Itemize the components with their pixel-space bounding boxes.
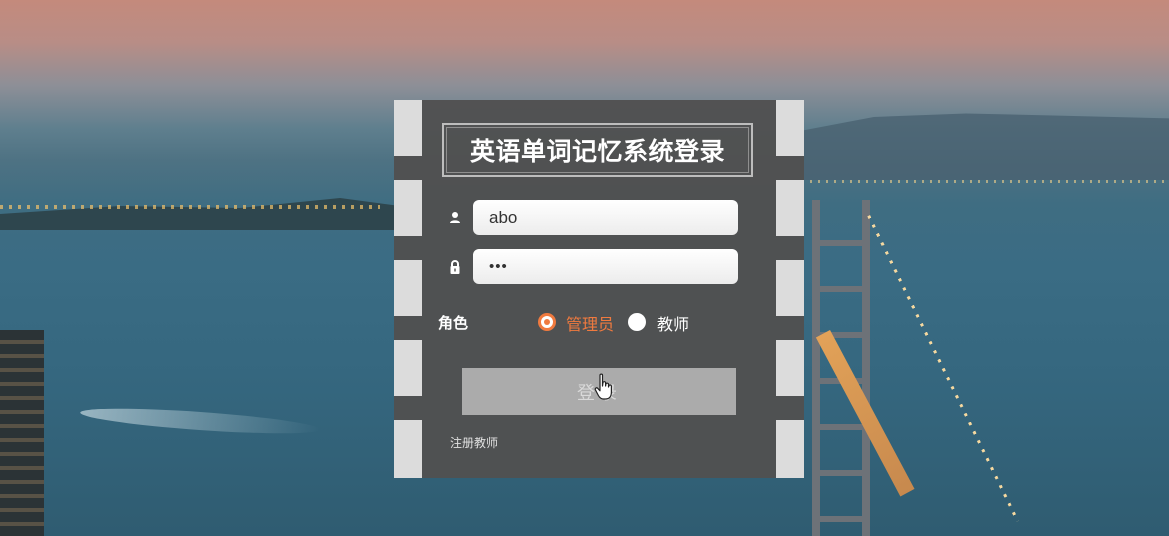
radio-teacher[interactable] (628, 313, 646, 331)
background-boat-wake (79, 403, 321, 439)
radio-admin-label[interactable]: 管理员 (566, 311, 614, 335)
panel-notch (394, 100, 422, 156)
background-city-lights (810, 180, 1169, 183)
password-input[interactable]: ••• (473, 249, 738, 284)
panel-notch (394, 260, 422, 316)
panel-notch (776, 260, 804, 316)
panel-notch (394, 340, 422, 396)
login-panel: 英语单词记忆系统登录 abo ••• 角色 管理员 教师 登录 注册教师 (394, 100, 804, 478)
panel-notch (776, 340, 804, 396)
panel-notch (776, 180, 804, 236)
lock-icon (447, 259, 463, 275)
username-input[interactable]: abo (473, 200, 738, 235)
background-shore-lights (0, 205, 380, 209)
role-label: 角色 (438, 314, 469, 332)
page-title: 英语单词记忆系统登录 (469, 137, 725, 166)
user-icon (447, 210, 463, 226)
hand-pointer-icon (594, 373, 616, 403)
register-teacher-link[interactable]: 注册教师 (450, 434, 498, 451)
panel-notch (394, 420, 422, 478)
background-hills (800, 113, 1169, 180)
background-building (0, 330, 44, 536)
password-value: ••• (489, 258, 508, 275)
radio-teacher-label[interactable]: 教师 (657, 311, 689, 335)
username-value: abo (489, 207, 518, 227)
panel-notch (776, 420, 804, 478)
background-shore (0, 198, 400, 230)
page-title-frame: 英语单词记忆系统登录 (442, 123, 753, 177)
panel-notch (394, 180, 422, 236)
panel-notch (776, 100, 804, 156)
radio-admin[interactable] (538, 313, 556, 331)
